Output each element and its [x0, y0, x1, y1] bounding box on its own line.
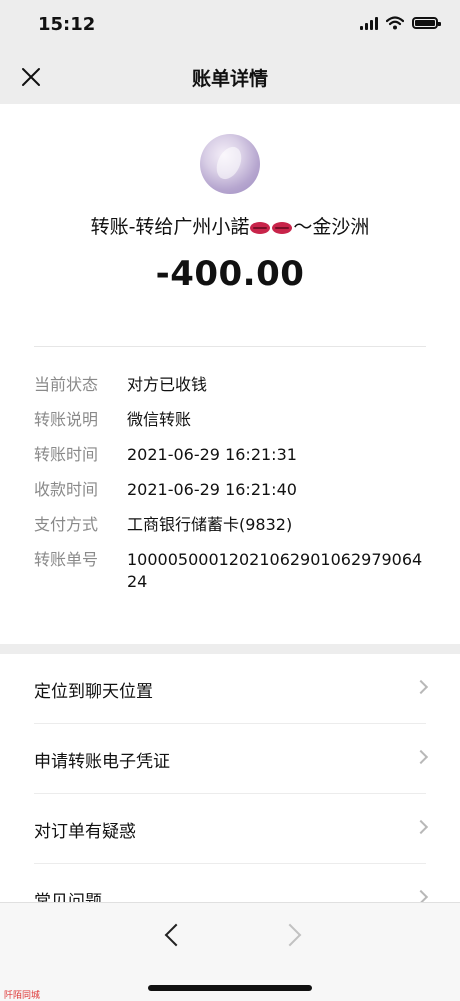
detail-label: 转账时间 [34, 445, 99, 464]
bottom-nav-bar: 阡陌同城 [0, 902, 460, 1001]
menu-item-locate-chat[interactable]: 定位到聊天位置 [0, 654, 460, 724]
amount: -400.00 [155, 254, 305, 294]
detail-label: 收款时间 [34, 480, 99, 499]
home-indicator [148, 985, 312, 991]
menu-item-order-question[interactable]: 对订单有疑惑 [0, 794, 460, 864]
detail-value: 2021-06-29 16:21:40 [127, 480, 297, 499]
watermark: 阡陌同城 [4, 991, 41, 1001]
menu-item-label: 申请转账电子凭证 [34, 752, 170, 772]
menu-item-label: 对订单有疑惑 [34, 822, 136, 842]
forward-arrow-icon [278, 923, 302, 947]
detail-row-receive-time: 收款时间 2021-06-29 16:21:40 [34, 479, 434, 501]
page-title: 账单详情 [191, 68, 268, 90]
menu-item-label: 常见问题 [34, 892, 102, 902]
status-time: 15:12 [38, 14, 96, 35]
status-bar: 15:12 [0, 0, 460, 50]
nav-bar: 账单详情 [0, 50, 460, 104]
signal-icon [360, 16, 378, 30]
detail-row-note: 转账说明 微信转账 [34, 409, 434, 431]
menu-item-faq[interactable]: 常见问题 [0, 864, 460, 902]
detail-value: 2021-06-29 16:21:31 [127, 445, 297, 464]
detail-label: 转账单号 [34, 550, 99, 569]
kiss-mark-icon [250, 221, 271, 234]
detail-row-status: 当前状态 对方已收钱 [34, 374, 434, 396]
detail-value: 工商银行储蓄卡(9832) [127, 515, 293, 534]
details-list: 当前状态 对方已收钱 转账说明 微信转账 转账时间 2021-06-29 16:… [34, 374, 434, 606]
payee-suffix: ～金沙洲 [293, 216, 370, 238]
chevron-right-icon [413, 679, 429, 695]
status-icons [360, 16, 441, 30]
payee-title: 转账-转给广州小諾 ～金沙洲 [0, 212, 460, 239]
menu-item-request-voucher[interactable]: 申请转账电子凭证 [0, 724, 460, 794]
avatar [200, 134, 260, 194]
kiss-mark-icon [272, 221, 293, 234]
detail-value: 对方已收钱 [127, 375, 208, 394]
detail-value: 微信转账 [127, 410, 192, 429]
battery-icon [412, 17, 441, 29]
menu-item-label: 定位到聊天位置 [34, 682, 153, 702]
detail-label: 转账说明 [34, 410, 99, 429]
detail-label: 支付方式 [34, 515, 99, 534]
detail-row-transfer-time: 转账时间 2021-06-29 16:21:31 [34, 444, 434, 466]
transaction-card: 转账-转给广州小諾 ～金沙洲 -400.00 当前状态 对方已收钱 转账说明 微信… [0, 104, 460, 644]
divider [34, 346, 426, 347]
action-menu: 定位到聊天位置 申请转账电子凭证 对订单有疑惑 常见问题 [0, 654, 460, 902]
chevron-right-icon [413, 819, 429, 835]
detail-row-order-number: 转账单号 100005000120210629010629790642​4 [34, 549, 434, 593]
detail-row-payment-method: 支付方式 工商银行储蓄卡(9832) [34, 514, 434, 536]
chevron-right-icon [413, 749, 429, 765]
wifi-icon [386, 16, 404, 30]
chevron-right-icon [413, 889, 429, 902]
payee-prefix: 转账-转给广州小諾 [90, 216, 250, 238]
detail-label: 当前状态 [34, 375, 99, 394]
detail-value: 100005000120210629010629790642​4 [127, 550, 423, 591]
back-arrow-icon[interactable] [164, 923, 188, 947]
